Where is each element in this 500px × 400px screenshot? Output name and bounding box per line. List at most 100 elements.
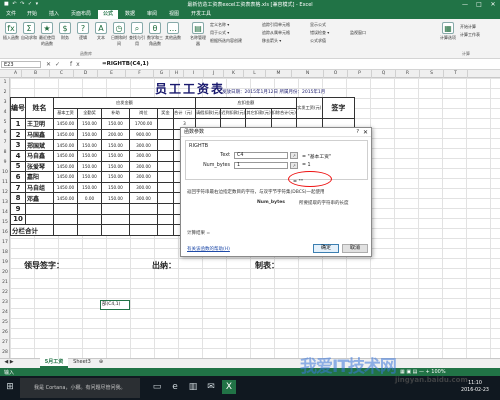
cell-id[interactable]: 10 <box>10 213 26 226</box>
column-header[interactable]: G <box>154 70 170 78</box>
row-header[interactable]: 7 <box>0 138 10 148</box>
cell-post[interactable]: 1700.00 <box>129 118 158 130</box>
arg2-input[interactable]: 1 <box>234 162 288 169</box>
cell-basic[interactable]: 1450.00 <box>53 171 78 183</box>
cancel-button[interactable]: 取消 <box>342 244 368 253</box>
cell-bonus[interactable] <box>157 171 174 183</box>
cell-sub[interactable] <box>101 202 130 215</box>
cell-id[interactable]: 8 <box>10 192 26 204</box>
column-header[interactable]: H <box>170 70 184 78</box>
cell-sub[interactable] <box>101 213 130 226</box>
lookup-button[interactable]: ⌕ 查找与引用 <box>129 21 145 49</box>
row-header[interactable]: 14 <box>0 208 10 218</box>
cell-name[interactable]: 马国鑫 <box>25 128 54 141</box>
row-header[interactable]: 18 <box>0 248 10 258</box>
maximize-button[interactable]: □ <box>472 0 486 10</box>
column-header[interactable]: A <box>10 70 22 78</box>
row-header[interactable]: 10 <box>0 168 10 178</box>
cell-name[interactable]: 马自鑫 <box>25 149 54 162</box>
active-cell-e23[interactable]: 部(C4,1) <box>100 300 130 310</box>
sheet-nav-icon[interactable]: ◀ ▶ <box>2 358 16 368</box>
row-header[interactable]: 9 <box>0 158 10 168</box>
cell-id[interactable]: 5 <box>10 160 26 173</box>
name-box[interactable]: E23 <box>1 61 41 68</box>
cell-post[interactable]: 900.00 <box>129 128 158 141</box>
cell-post[interactable]: 300.00 <box>129 139 158 151</box>
row-header[interactable]: 11 <box>0 178 10 188</box>
task-view-icon[interactable]: ▭ <box>150 380 164 394</box>
row-header[interactable]: 16 <box>0 228 10 238</box>
cell-attend[interactable]: 150.00 <box>77 160 102 173</box>
calculate-sheet-button[interactable]: 计算工作表 <box>460 32 480 39</box>
column-header[interactable]: M <box>266 70 292 78</box>
row-header[interactable]: 17 <box>0 238 10 248</box>
column-header[interactable]: T <box>444 70 468 78</box>
row-header[interactable]: 15 <box>0 218 10 228</box>
row-header[interactable]: 6 <box>0 128 10 138</box>
cell-sub[interactable]: 200.00 <box>101 128 130 141</box>
column-header[interactable]: L <box>244 70 266 78</box>
tab-data[interactable]: 数据 <box>120 10 140 19</box>
row-header[interactable]: 8 <box>0 148 10 158</box>
column-header[interactable]: Q <box>372 70 396 78</box>
row-header[interactable]: 4 <box>0 108 10 118</box>
remove-arrows-button[interactable]: 移去箭头 ▾ <box>262 38 281 45</box>
cell-sub[interactable]: 150.00 <box>101 192 130 204</box>
cell-name[interactable]: 邓鑫 <box>25 192 54 204</box>
text-button[interactable]: A 文本 <box>93 21 109 49</box>
column-header[interactable]: J <box>204 70 224 78</box>
cell-bonus[interactable] <box>157 192 174 204</box>
cell-attend[interactable]: 150.00 <box>77 171 102 183</box>
column-header[interactable]: F <box>126 70 154 78</box>
define-name-button[interactable]: 定义名称 ▾ <box>210 22 229 29</box>
cell-attend[interactable]: 150.00 <box>77 181 102 194</box>
cell-post[interactable]: 300.00 <box>129 171 158 183</box>
row-header[interactable]: 26 <box>0 328 10 338</box>
logical-button[interactable]: ? 逻辑 <box>75 21 91 49</box>
cell-sub[interactable]: 150.00 <box>101 171 130 183</box>
close-icon[interactable]: ✕ <box>363 128 368 137</box>
arg2-ref-icon[interactable]: ↗ <box>290 162 298 169</box>
tab-home[interactable]: 开始 <box>22 10 42 19</box>
cell-bonus[interactable] <box>157 118 174 130</box>
math-trig-button[interactable]: θ 数学和三角函数 <box>147 21 163 49</box>
cell-basic[interactable]: 1450.00 <box>53 181 78 194</box>
row-header[interactable]: 22 <box>0 288 10 298</box>
recently-used-button[interactable]: ★ 最近使用的函数 <box>39 21 55 49</box>
cell-basic[interactable]: 1450.00 <box>53 160 78 173</box>
use-in-formula-button[interactable]: 用于公式 ▾ <box>210 30 229 37</box>
tab-view[interactable]: 视图 <box>164 10 184 19</box>
row-header[interactable]: 5 <box>0 118 10 128</box>
cell-bonus[interactable] <box>157 160 174 173</box>
cell-post[interactable]: 300.00 <box>129 181 158 194</box>
tab-review[interactable]: 审阅 <box>142 10 162 19</box>
autosum-button[interactable]: Σ 自动求和 <box>21 21 37 49</box>
cell-sub[interactable]: 150.00 <box>101 139 130 151</box>
cell-basic[interactable]: 1450.00 <box>53 149 78 162</box>
cell-bonus[interactable] <box>157 149 174 162</box>
cell-sub[interactable]: 150.00 <box>101 149 130 162</box>
name-manager-button[interactable]: ▤ 名称管理器 <box>190 21 206 49</box>
row-header[interactable]: 25 <box>0 318 10 328</box>
cell-attend[interactable] <box>77 202 102 215</box>
row-header[interactable]: 20 <box>0 268 10 278</box>
cell-basic[interactable]: 1450.00 <box>53 192 78 204</box>
cell-attend[interactable]: 150.00 <box>77 149 102 162</box>
trace-dependents-button[interactable]: 追踪从属单元格 <box>262 30 290 37</box>
cell-name[interactable]: 王卫明 <box>25 118 54 130</box>
close-button[interactable]: ✕ <box>486 0 500 10</box>
more-functions-button[interactable]: … 其他函数 <box>165 21 181 49</box>
help-icon[interactable]: ? <box>356 128 359 137</box>
cell-name[interactable] <box>25 202 54 215</box>
tab-page-layout[interactable]: 页面布局 <box>66 10 96 19</box>
formula-bar-icons[interactable]: ✕✓ fx <box>46 60 96 69</box>
cell-basic[interactable]: 1450.00 <box>53 128 78 141</box>
cell-basic[interactable]: 1450.00 <box>53 139 78 151</box>
row-header[interactable]: 3 <box>0 98 10 108</box>
row-header[interactable]: 28 <box>0 348 10 358</box>
row-header[interactable]: 1 <box>0 78 10 88</box>
cell-id[interactable]: 4 <box>10 149 26 162</box>
cell-id[interactable]: 1 <box>10 118 26 130</box>
arg1-input[interactable]: C4 <box>234 152 288 159</box>
column-header[interactable]: B <box>22 70 50 78</box>
